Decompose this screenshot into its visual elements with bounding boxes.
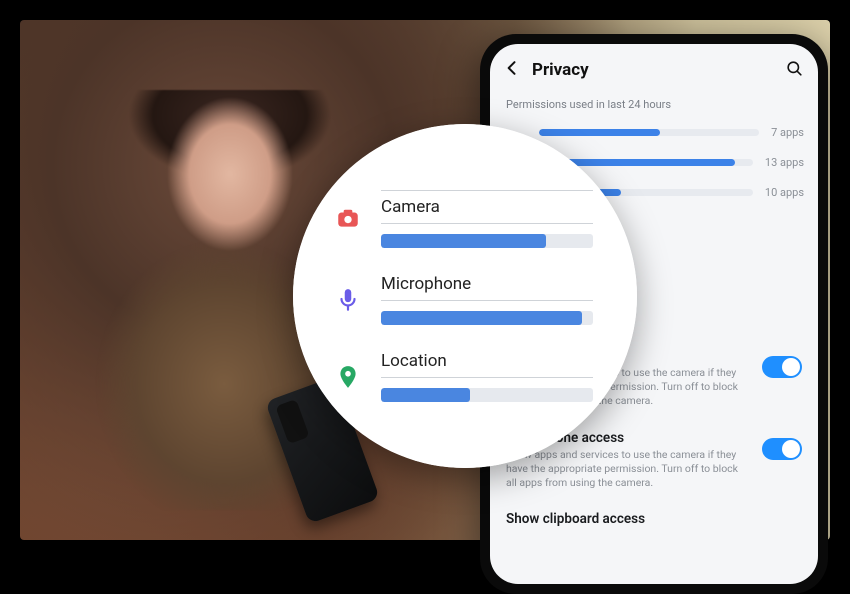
magnifier-label: Location	[381, 351, 593, 378]
magnifier-label: Camera	[381, 190, 593, 224]
location-icon	[333, 364, 363, 390]
search-icon[interactable]	[785, 59, 804, 82]
setting-title: Show clipboard access	[506, 511, 802, 527]
camera-icon	[333, 206, 363, 232]
usage-bar	[381, 234, 593, 248]
magnifier-row-microphone: Microphone	[333, 274, 593, 325]
usage-bar	[381, 311, 593, 325]
microphone-icon	[333, 287, 363, 313]
permission-count: 13 apps	[765, 156, 804, 169]
toggle-switch[interactable]	[762, 356, 802, 378]
back-icon[interactable]	[502, 58, 522, 82]
permission-usage-row[interactable]: 7 apps	[504, 117, 804, 147]
magnifier-row-location: Location	[333, 351, 593, 402]
permissions-caption: Permissions used in last 24 hours	[490, 90, 818, 115]
permission-count: 7 apps	[771, 126, 804, 139]
magnifier-label: Microphone	[381, 274, 593, 301]
setting-clipboard-access[interactable]: Show clipboard access	[504, 500, 804, 537]
magnifier-callout: Camera Microphone Location	[293, 124, 637, 468]
magnifier-row-camera: Camera	[333, 190, 593, 248]
app-bar: Privacy	[490, 44, 818, 90]
permission-count: 10 apps	[765, 186, 804, 199]
setting-description: Allow apps and services to use the camer…	[506, 448, 746, 491]
page-title: Privacy	[532, 60, 589, 80]
usage-bar	[381, 388, 593, 402]
toggle-switch[interactable]	[762, 438, 802, 460]
